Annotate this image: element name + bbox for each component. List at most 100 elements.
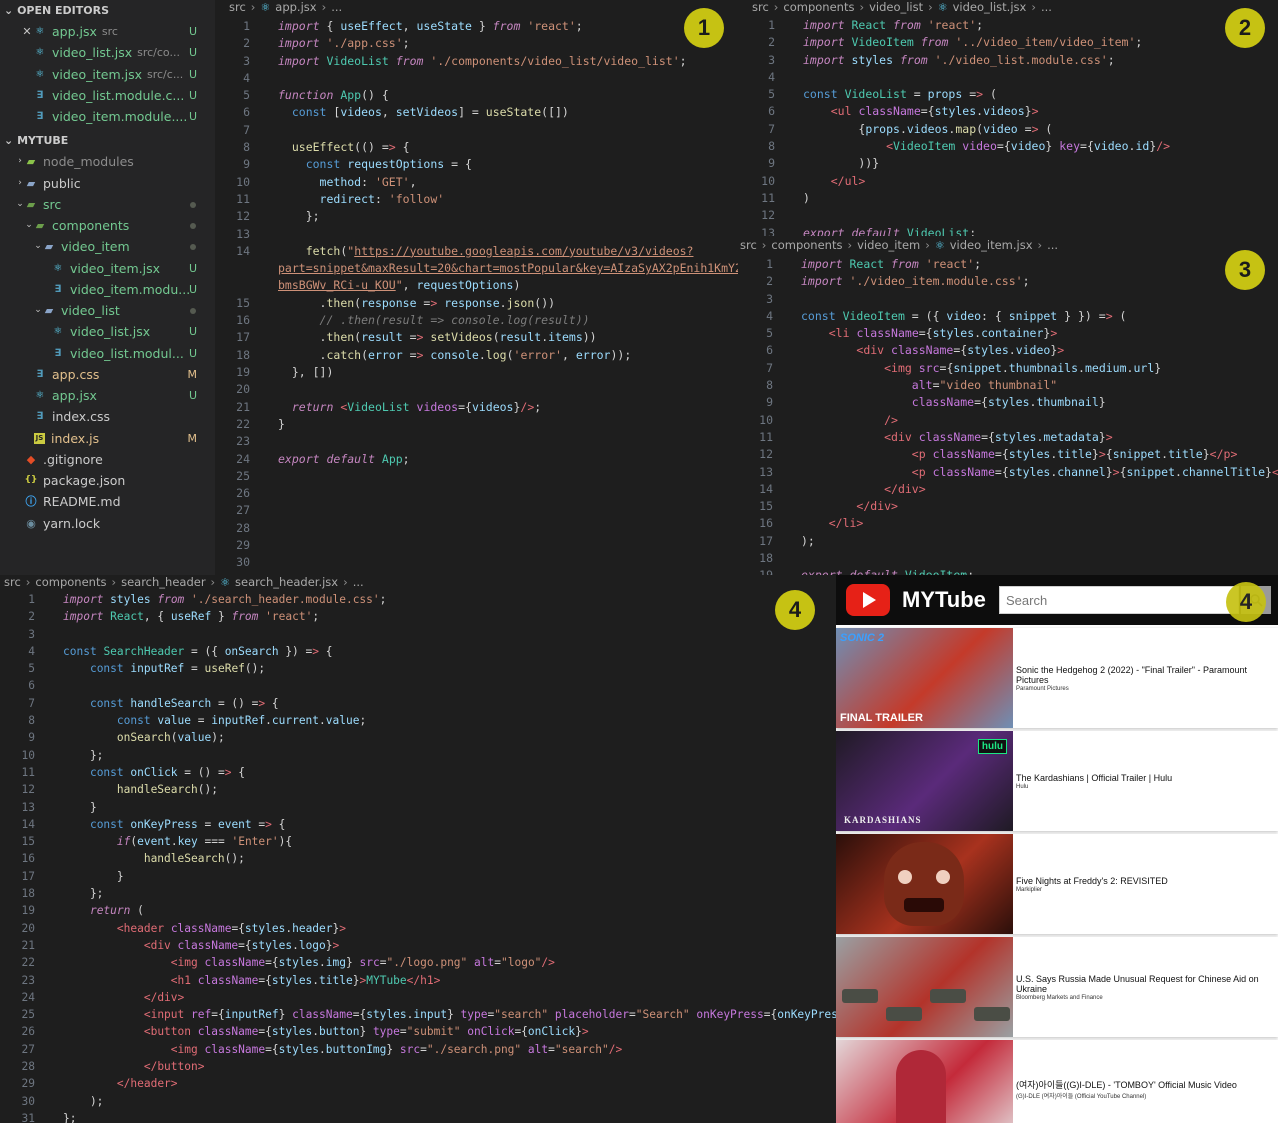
code-text[interactable]: );: [801, 533, 815, 550]
code-line[interactable]: 23 <h1 className={styles.title}>MYTube</…: [0, 972, 836, 989]
code-text[interactable]: .catch(error => console.log('error', err…: [278, 347, 632, 364]
code-line[interactable]: 7 <img src={snippet.thumbnails.medium.ur…: [738, 360, 1278, 377]
code-text[interactable]: </div>: [801, 498, 898, 515]
code-line[interactable]: 20 <header className={styles.header}>: [0, 920, 836, 937]
code-line[interactable]: 10 method: 'GET',: [215, 174, 738, 191]
code-line[interactable]: 18 };: [0, 885, 836, 902]
code-text[interactable]: const inputRef = useRef();: [63, 660, 265, 677]
code-text[interactable]: import React from 'react';: [803, 17, 983, 34]
code-line[interactable]: 11 redirect: 'follow': [215, 191, 738, 208]
code-text[interactable]: export default VideoList;: [803, 225, 976, 236]
open-editor-item[interactable]: ∃ video_item.module.... U: [0, 106, 215, 127]
breadcrumb-item[interactable]: ...: [353, 575, 364, 590]
editor-video-item-jsx[interactable]: src › components › video_item › ⚛ video_item.js…: [738, 238, 1278, 575]
code-line[interactable]: 8 useEffect(() => {: [215, 139, 738, 156]
code-text[interactable]: <div className={styles.metadata}>: [801, 429, 1113, 446]
code-line[interactable]: 3: [738, 291, 1278, 308]
code-line[interactable]: 17 }: [0, 868, 836, 885]
breadcrumb-item[interactable]: src: [4, 575, 21, 590]
code-line[interactable]: 30: [215, 554, 738, 571]
breadcrumb-item[interactable]: components: [35, 575, 106, 590]
code-line[interactable]: 21 return <VideoList videos={videos}/>;: [215, 399, 738, 416]
tree-item-components[interactable]: ⌄ ▰ components: [0, 215, 215, 236]
code-text[interactable]: />: [801, 412, 898, 429]
code-area[interactable]: 1 import styles from './search_header.mod…: [0, 591, 836, 1123]
open-editor-item[interactable]: ⚛ video_item.jsx src/c... U: [0, 64, 215, 85]
code-text[interactable]: }: [63, 799, 97, 816]
code-line[interactable]: 19 return (: [0, 902, 836, 919]
code-text[interactable]: const requestOptions = {: [278, 156, 472, 173]
code-line[interactable]: 16 handleSearch();: [0, 850, 836, 867]
code-line[interactable]: 13 }: [0, 799, 836, 816]
open-editor-item[interactable]: ∃ video_list.module.c... U: [0, 85, 215, 106]
code-text[interactable]: }, []): [278, 364, 334, 381]
code-line[interactable]: 1 import styles from './search_header.mod…: [0, 591, 836, 608]
code-text[interactable]: handleSearch();: [63, 781, 218, 798]
tree-item-package-json[interactable]: {} package.json: [0, 470, 215, 491]
video-channel[interactable]: Markiplier: [1016, 887, 1168, 893]
tree-item-yarn-lock[interactable]: ◉ yarn.lock: [0, 513, 215, 534]
code-text[interactable]: alt="video thumbnail": [801, 377, 1057, 394]
code-line[interactable]: 13 <p className={styles.channel}>{snippe…: [738, 464, 1278, 481]
code-text[interactable]: const SearchHeader = ({ onSearch }) => {: [63, 643, 333, 660]
code-text[interactable]: import { useEffect, useState } from 'rea…: [278, 18, 583, 35]
code-text[interactable]: useEffect(() => {: [278, 139, 410, 156]
code-line[interactable]: 27 <img className={styles.buttonImg} src…: [0, 1041, 836, 1058]
code-line[interactable]: 10 };: [0, 747, 836, 764]
code-line[interactable]: 30 );: [0, 1093, 836, 1110]
code-text[interactable]: <div className={styles.video}>: [801, 342, 1064, 359]
code-area[interactable]: 1 import React from 'react'; 2 import './vi…: [738, 256, 1278, 575]
code-line[interactable]: 7: [215, 122, 738, 139]
code-line[interactable]: 15 if(event.key === 'Enter'){: [0, 833, 836, 850]
code-line[interactable]: 10 />: [738, 412, 1278, 429]
code-line[interactable]: 1 import { useEffect, useState } from 're…: [215, 18, 738, 35]
code-line[interactable]: 25: [215, 468, 738, 485]
code-text[interactable]: }: [63, 868, 124, 885]
code-line[interactable]: 2 import VideoItem from '../video_item/vi…: [740, 34, 1278, 51]
code-text[interactable]: <ul className={styles.videos}>: [803, 103, 1039, 120]
code-text[interactable]: export default VideoItem;: [801, 567, 974, 575]
code-line[interactable]: 28: [215, 520, 738, 537]
code-text[interactable]: <li className={styles.container}>: [801, 325, 1058, 342]
code-text[interactable]: };: [63, 885, 103, 902]
video-thumbnail[interactable]: [836, 1040, 1013, 1123]
tree-item-video-item[interactable]: ⌄ ▰ video_item: [0, 236, 215, 257]
tree-item-video-list-jsx[interactable]: ⚛ video_list.jsx U: [0, 321, 215, 342]
code-text[interactable]: <h1 className={styles.title}>MYTube</h1>: [63, 972, 441, 989]
video-item[interactable]: FINAL TRAILER SONIC 2 Sonic the Hedgehog 2…: [836, 628, 1278, 728]
code-line[interactable]: 9 const requestOptions = {: [215, 156, 738, 173]
code-line[interactable]: 12 <p className={styles.title}>{snippet.…: [738, 446, 1278, 463]
code-text[interactable]: handleSearch();: [63, 850, 245, 867]
code-line[interactable]: 5 const inputRef = useRef();: [0, 660, 836, 677]
code-text[interactable]: import './app.css';: [278, 35, 410, 52]
code-text[interactable]: .then(result => setVideos(result.items)): [278, 329, 597, 346]
code-line[interactable]: 29: [215, 537, 738, 554]
breadcrumb-item[interactable]: app.jsx: [275, 0, 316, 15]
code-text[interactable]: };: [63, 1110, 76, 1123]
code-text[interactable]: className={styles.thumbnail}: [801, 394, 1106, 411]
code-line[interactable]: 13 export default VideoList;: [740, 225, 1278, 236]
code-text[interactable]: <button className={styles.button} type="…: [63, 1023, 589, 1040]
tree-item-readme-md[interactable]: ⓘ README.md: [0, 491, 215, 512]
video-channel[interactable]: Bloomberg Markets and Finance: [1016, 995, 1272, 1001]
code-line[interactable]: 8 alt="video thumbnail": [738, 377, 1278, 394]
code-text[interactable]: return <VideoList videos={videos}/>;: [278, 399, 541, 416]
code-line[interactable]: 6 <div className={styles.video}>: [738, 342, 1278, 359]
tree-item-app-css[interactable]: ∃ app.css M: [0, 364, 215, 385]
code-text[interactable]: import VideoItem from '../video_item/vid…: [803, 34, 1142, 51]
code-text[interactable]: redirect: 'follow': [278, 191, 445, 208]
video-thumbnail[interactable]: [836, 834, 1013, 934]
video-title[interactable]: (여자)아이들((G)I-DLE) - 'TOMBOY' Official Mu…: [1016, 1080, 1237, 1090]
code-text[interactable]: return (: [63, 902, 144, 919]
code-line[interactable]: 12 };: [215, 208, 738, 225]
code-text[interactable]: <img src={snippet.thumbnails.medium.url}: [801, 360, 1161, 377]
code-line[interactable]: 4 const VideoItem = ({ video: { snippet }…: [738, 308, 1278, 325]
code-text[interactable]: <header className={styles.header}>: [63, 920, 346, 937]
code-text[interactable]: </div>: [801, 481, 926, 498]
breadcrumb-item[interactable]: video_list: [869, 0, 923, 15]
tree-item-public[interactable]: › ▰ public: [0, 173, 215, 194]
code-text[interactable]: <p className={styles.title}>{snippet.tit…: [801, 446, 1238, 463]
code-text[interactable]: <img className={styles.buttonImg} src=".…: [63, 1041, 622, 1058]
search-input[interactable]: [999, 586, 1239, 614]
code-line[interactable]: 3 import VideoList from './components/vid…: [215, 53, 738, 70]
